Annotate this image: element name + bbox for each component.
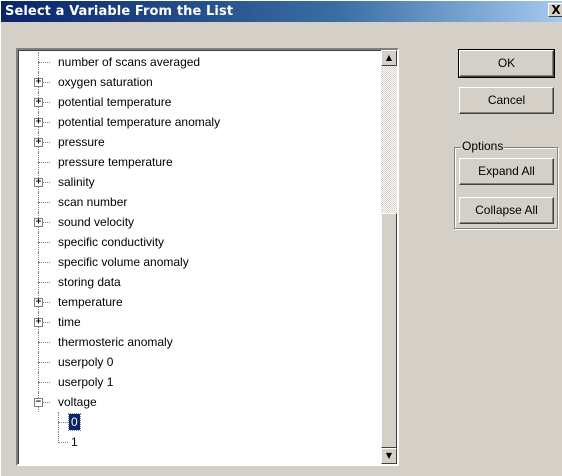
expand-node-icon[interactable]: + <box>34 298 43 307</box>
tree-item-label[interactable]: pressure <box>58 132 105 152</box>
tree-child-item[interactable]: 0 <box>18 412 380 432</box>
tree-child-label[interactable]: 1 <box>71 432 78 452</box>
tree-item-label[interactable]: userpoly 0 <box>58 352 113 372</box>
tree-connector <box>38 162 50 163</box>
tree-item-label[interactable]: voltage <box>58 392 97 412</box>
tree-connector <box>58 442 68 443</box>
tree-item[interactable]: + potential temperature anomaly <box>18 112 380 132</box>
tree-connector <box>38 62 50 63</box>
expand-node-icon[interactable]: + <box>34 78 43 87</box>
collapse-all-button[interactable]: Collapse All <box>459 197 554 224</box>
tree-item-label[interactable]: userpoly 1 <box>58 372 113 392</box>
tree-item[interactable]: pressure temperature <box>18 152 380 172</box>
tree-item[interactable]: number of scans averaged <box>18 52 380 72</box>
tree-item[interactable]: scan number <box>18 192 380 212</box>
tree-connector <box>38 262 50 263</box>
close-icon: X <box>551 3 561 17</box>
tree-item[interactable]: userpoly 0 <box>18 352 380 372</box>
tree-item-label[interactable]: temperature <box>58 292 123 312</box>
tree-item[interactable]: + temperature <box>18 292 380 312</box>
tree-item[interactable]: + potential temperature <box>18 92 380 112</box>
expand-node-icon[interactable]: + <box>34 318 43 327</box>
expand-node-icon[interactable]: + <box>34 98 43 107</box>
tree-item[interactable]: specific volume anomaly <box>18 252 380 272</box>
tree-connector <box>38 202 50 203</box>
tree-item-label[interactable]: potential temperature anomaly <box>58 112 220 132</box>
tree-connector <box>38 242 50 243</box>
tree-connector <box>38 282 50 283</box>
cancel-button[interactable]: Cancel <box>459 87 554 114</box>
expand-all-button[interactable]: Expand All <box>459 158 554 185</box>
tree-item-label[interactable]: oxygen saturation <box>58 72 153 92</box>
tree-child-item[interactable]: 1 <box>18 432 380 452</box>
expand-node-icon[interactable]: + <box>34 138 43 147</box>
tree-item-label[interactable]: sound velocity <box>58 212 134 232</box>
scrollbar-thumb[interactable] <box>381 213 397 448</box>
tree-connector <box>58 422 68 423</box>
tree-item-label[interactable]: pressure temperature <box>58 152 173 172</box>
ok-button[interactable]: OK <box>458 49 555 78</box>
tree-item-label[interactable]: specific conductivity <box>58 232 164 252</box>
scroll-up-button[interactable]: ▲ <box>381 50 397 66</box>
tree-item[interactable]: − voltage <box>18 392 380 412</box>
tree-connector <box>38 362 50 363</box>
close-button[interactable]: X <box>548 3 562 17</box>
title-bar[interactable]: Select a Variable From the List X <box>1 1 562 22</box>
tree-item-label[interactable]: potential temperature <box>58 92 171 112</box>
tree-item-label[interactable]: specific volume anomaly <box>58 252 189 272</box>
arrow-up-icon: ▲ <box>385 53 393 62</box>
scroll-down-button[interactable]: ▼ <box>381 448 397 464</box>
options-group-label: Options <box>461 139 505 153</box>
expand-node-icon[interactable]: + <box>34 218 43 227</box>
tree-child-label[interactable]: 0 <box>68 413 81 431</box>
expand-node-icon[interactable]: + <box>34 178 43 187</box>
tree-item-label[interactable]: scan number <box>58 192 127 212</box>
tree-list: number of scans averaged + oxygen saturati… <box>18 52 380 452</box>
tree-item[interactable]: storing data <box>18 272 380 292</box>
arrow-down-icon: ▼ <box>385 451 393 460</box>
expand-node-icon[interactable]: + <box>34 118 43 127</box>
tree-connector <box>38 342 50 343</box>
dialog-title: Select a Variable From the List <box>5 4 234 19</box>
tree-item[interactable]: userpoly 1 <box>18 372 380 392</box>
tree-item[interactable]: + oxygen saturation <box>18 72 380 92</box>
tree-item[interactable]: + time <box>18 312 380 332</box>
variable-tree[interactable]: number of scans averaged + oxygen saturati… <box>16 48 399 466</box>
vertical-scrollbar[interactable]: ▲ ▼ <box>381 50 397 464</box>
tree-item-label[interactable]: thermosteric anomaly <box>58 332 173 352</box>
tree-item[interactable]: thermosteric anomaly <box>18 332 380 352</box>
tree-item[interactable]: + sound velocity <box>18 212 380 232</box>
tree-item-label[interactable]: number of scans averaged <box>58 52 200 72</box>
collapse-node-icon[interactable]: − <box>34 398 43 407</box>
tree-item-label[interactable]: time <box>58 312 81 332</box>
tree-item[interactable]: specific conductivity <box>18 232 380 252</box>
tree-item-label[interactable]: storing data <box>58 272 121 292</box>
variable-select-dialog: Select a Variable From the List X number… <box>0 0 562 476</box>
tree-item[interactable]: + salinity <box>18 172 380 192</box>
tree-connector <box>38 382 50 383</box>
tree-item-label[interactable]: salinity <box>58 172 95 192</box>
tree-item[interactable]: + pressure <box>18 132 380 152</box>
